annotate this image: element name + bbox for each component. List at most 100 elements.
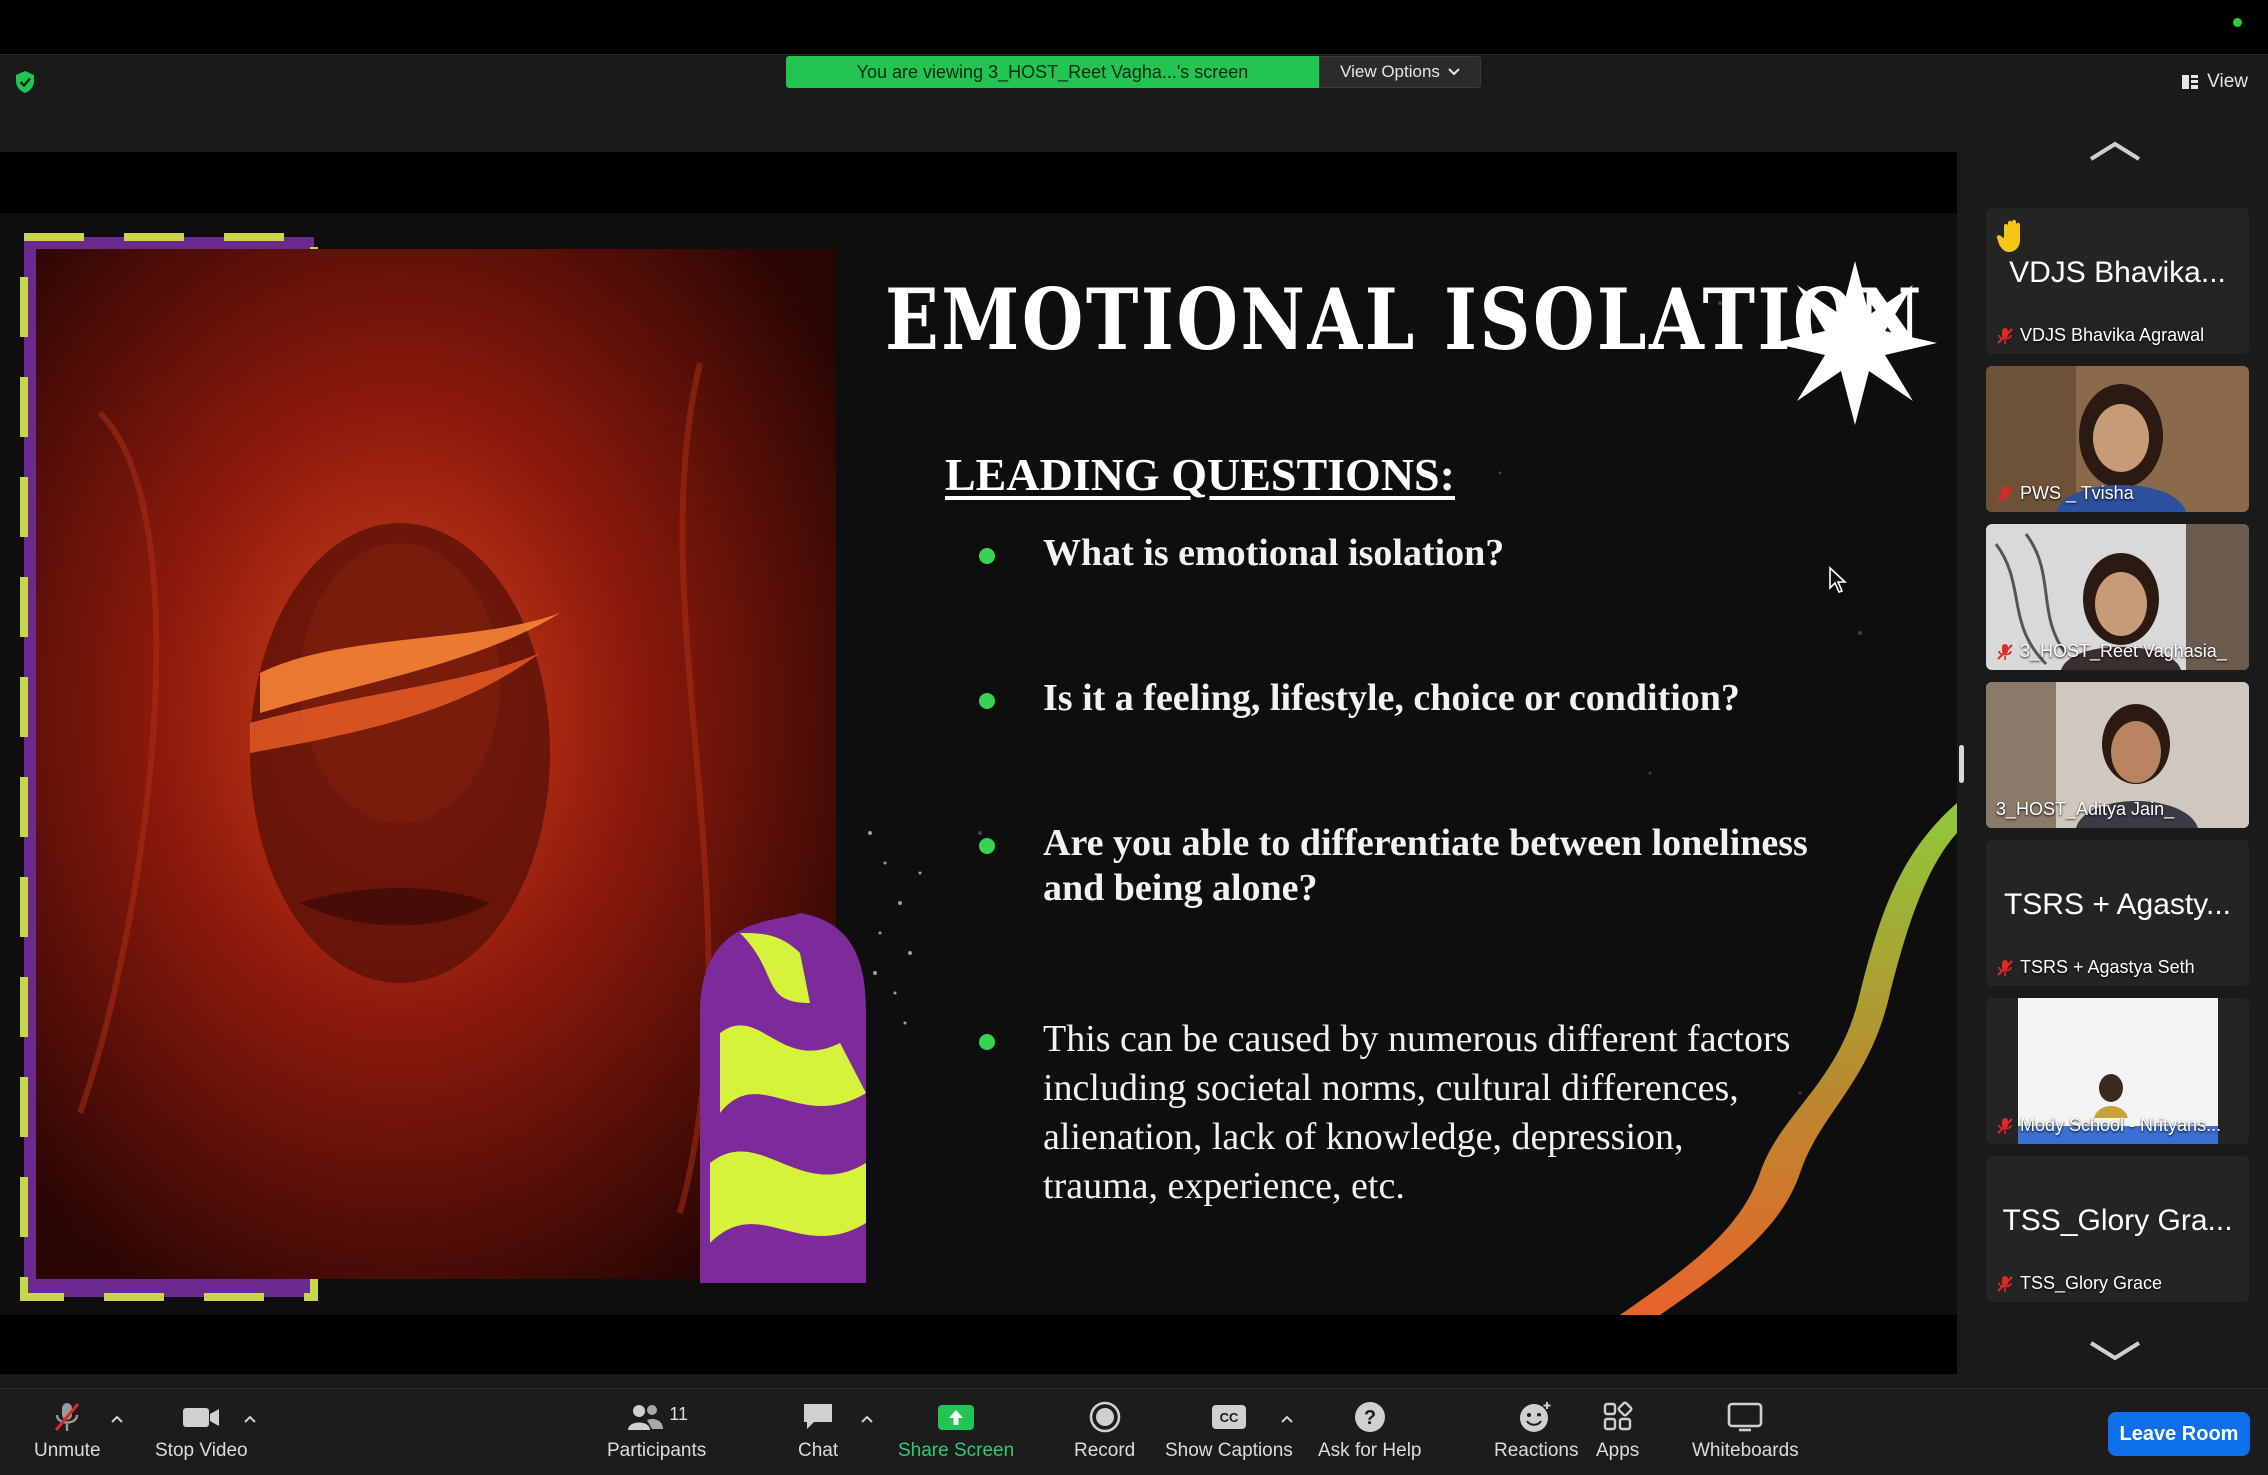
closed-captions-icon: CC: [1211, 1405, 1246, 1429]
participant-name-label: VDJS Bhavika Agrawal: [1996, 325, 2204, 346]
mic-muted-icon: [1997, 959, 2013, 976]
chat-button[interactable]: Chat: [798, 1400, 838, 1462]
whiteboards-label: Whiteboards: [1692, 1440, 1799, 1461]
video-camera-icon: [183, 1408, 220, 1427]
view-layout-button[interactable]: View: [2181, 68, 2248, 96]
slide-title: EMOTIONAL ISOLATION: [885, 270, 1925, 369]
help-question-icon: ?: [1354, 1402, 1385, 1432]
statement-line-4: trauma, experience, etc.: [1043, 1165, 1405, 1207]
mic-muted-icon: [55, 1403, 80, 1431]
record-icon: [1089, 1401, 1120, 1433]
record-button[interactable]: Record: [1074, 1400, 1135, 1462]
participant-tile[interactable]: VDJS Bhavika... VDJS Bhavika Agrawal: [1986, 208, 2249, 354]
chevron-down-icon[interactable]: [2088, 1340, 2142, 1362]
participant-name-label: TSRS + Agastya Seth: [1996, 957, 2195, 978]
participants-icon-group: 11: [625, 1400, 688, 1440]
participant-tile-active-speaker[interactable]: 3_HOST_Aditya Jain_: [1986, 682, 2249, 828]
chevron-down-icon: [1448, 68, 1460, 76]
participant-name: TSRS + Agastya Seth: [2020, 957, 2195, 977]
apps-icon: [1603, 1401, 1633, 1431]
chevron-up-icon[interactable]: [110, 1414, 124, 1424]
bullet-point: [979, 548, 995, 564]
participant-tile[interactable]: 3_HOST_Reet Vaghasia_: [1986, 524, 2249, 670]
participant-name-label: 3_HOST_Reet Vaghasia_: [1996, 641, 2227, 662]
participants-count: 11: [669, 1404, 688, 1424]
mouse-cursor-icon: [1829, 566, 1848, 593]
participant-name: 3_HOST_Reet Vaghasia_: [2020, 641, 2227, 661]
mic-muted-icon: [1997, 327, 2013, 344]
participant-name: VDJS Bhavika Agrawal: [2020, 325, 2205, 345]
participant-display-name: VDJS Bhavika...: [2009, 256, 2226, 289]
participant-tile[interactable]: Mody School - Nrityans...: [1986, 998, 2249, 1144]
stop-video-label: Stop Video: [155, 1440, 248, 1461]
participant-name-label: PWS _ Tvisha: [1996, 483, 2134, 504]
svg-text:?: ?: [1364, 1407, 1376, 1429]
participant-display-name: TSS_Glory Gra...: [2002, 1204, 2233, 1237]
participants-icon: [628, 1405, 664, 1430]
participant-display-name: TSRS + Agasty...: [2003, 888, 2232, 921]
participant-tile[interactable]: PWS _ Tvisha: [1986, 366, 2249, 512]
share-screen-label: Share Screen: [898, 1440, 1015, 1461]
statement-line-1: This can be caused by numerous different…: [1043, 1018, 1791, 1060]
encryption-shield-icon[interactable]: [14, 70, 36, 94]
leave-room-button[interactable]: Leave Room: [2108, 1412, 2250, 1456]
bullet-point: [979, 1034, 995, 1050]
view-options-label: View Options: [1340, 62, 1440, 81]
participant-name: TSS_Glory Grace: [2020, 1273, 2163, 1293]
apps-button[interactable]: Apps: [1596, 1400, 1639, 1462]
participants-button[interactable]: 11 Participants: [607, 1400, 706, 1462]
show-captions-button[interactable]: CC Show Captions: [1165, 1400, 1293, 1462]
mic-muted-icon: [1997, 643, 2013, 660]
stop-video-button[interactable]: Stop Video: [155, 1400, 248, 1462]
ask-for-help-label: Ask for Help: [1318, 1440, 1422, 1461]
chevron-up-icon[interactable]: [2088, 140, 2142, 162]
grid-view-icon: [2182, 75, 2199, 89]
chevron-up-icon[interactable]: [243, 1414, 257, 1424]
participant-name-label: Mody School - Nrityans...: [1996, 1115, 2221, 1136]
share-screen-icon: [938, 1405, 975, 1430]
chat-label: Chat: [798, 1440, 839, 1461]
question-1: What is emotional isolation?: [1043, 532, 1505, 574]
system-top-bar: [0, 0, 2268, 54]
chevron-up-icon[interactable]: [860, 1414, 874, 1424]
view-label: View: [2207, 71, 2248, 92]
whiteboard-icon: [1728, 1402, 1763, 1432]
participant-tile[interactable]: TSS_Glory Gra... TSS_Glory Grace: [1986, 1156, 2249, 1302]
viewing-screen-banner: You are viewing 3_HOST_Reet Vagha...'s s…: [786, 56, 1319, 88]
chat-bubble-icon: [804, 1404, 833, 1429]
chevron-up-icon[interactable]: [1280, 1414, 1294, 1424]
mic-muted-icon: [1997, 485, 2013, 502]
statement-line-3: alienation, lack of knowledge, depressio…: [1043, 1116, 1684, 1158]
participant-name-label: 3_HOST_Aditya Jain_: [1996, 799, 2174, 820]
status-indicator-icon: [2233, 18, 2242, 27]
participant-name: PWS _ Tvisha: [2020, 483, 2134, 503]
ask-for-help-button[interactable]: ? Ask for Help: [1318, 1400, 1421, 1462]
bullet-point: [979, 838, 995, 854]
mic-muted-icon: [1997, 1275, 2013, 1292]
mic-muted-icon: [1997, 1117, 2013, 1134]
show-captions-label: Show Captions: [1165, 1440, 1293, 1461]
chevron-up-icon[interactable]: [1532, 1414, 1546, 1424]
record-label: Record: [1074, 1440, 1136, 1461]
participant-name: Mody School - Nrityans...: [2020, 1115, 2222, 1135]
participant-tile[interactable]: TSRS + Agasty... TSRS + Agastya Seth: [1986, 840, 2249, 986]
reactions-button[interactable]: Reactions: [1494, 1400, 1579, 1462]
unmute-label: Unmute: [34, 1440, 101, 1461]
panel-resize-handle[interactable]: [1959, 745, 1964, 783]
statement-line-2: including societal norms, cultural diffe…: [1043, 1067, 1739, 1109]
reactions-label: Reactions: [1494, 1440, 1579, 1461]
bullet-point: [979, 693, 995, 709]
whiteboards-button[interactable]: Whiteboards: [1692, 1400, 1799, 1462]
view-options-button[interactable]: View Options: [1319, 56, 1481, 88]
participant-name-label: TSS_Glory Grace: [1996, 1273, 2162, 1294]
share-screen-button[interactable]: Share Screen: [898, 1400, 1014, 1462]
question-2: Is it a feeling, lifestyle, choice or co…: [1043, 677, 1740, 719]
svg-text:CC: CC: [1220, 1410, 1239, 1425]
participant-name: 3_HOST_Aditya Jain_: [1996, 799, 2175, 819]
apps-label: Apps: [1596, 1440, 1640, 1461]
participants-label: Participants: [607, 1440, 707, 1461]
presentation-slide: EMOTIONAL ISOLATION LEADING QUESTIONS: W…: [0, 213, 1957, 1315]
raised-hand-icon: [1996, 219, 2020, 252]
unmute-button[interactable]: Unmute: [34, 1400, 101, 1462]
question-3-line-1: Are you able to differentiate between lo…: [1043, 822, 1808, 864]
